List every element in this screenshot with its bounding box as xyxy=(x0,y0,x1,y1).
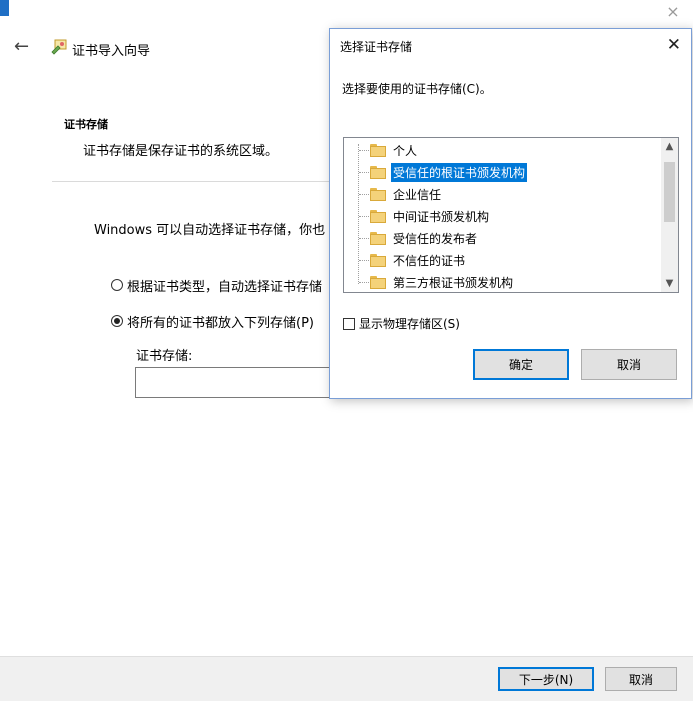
radio-manual-store[interactable]: 将所有的证书都放入下列存储(P) xyxy=(111,311,331,331)
dialog-prompt: 选择要使用的证书存储(C)。 xyxy=(342,82,492,96)
folder-icon xyxy=(370,143,386,157)
radio-button-selected[interactable] xyxy=(111,315,123,327)
section-description: 证书存储是保存证书的系统区域。 xyxy=(83,144,279,159)
scroll-up-icon[interactable]: ▲ xyxy=(661,138,678,155)
ok-button[interactable]: 确定 xyxy=(473,349,569,380)
window-edge xyxy=(0,0,9,16)
tree-branch xyxy=(359,259,369,261)
tree-branch xyxy=(359,215,369,217)
tree-item[interactable]: 企业信任 xyxy=(359,184,443,204)
tree-item-selected[interactable]: 受信任的根证书颁发机构 xyxy=(359,161,529,183)
tree-item-label: 第三方根证书颁发机构 xyxy=(393,275,514,290)
tree-item-label: 中间证书颁发机构 xyxy=(393,209,490,224)
certificate-wizard-icon xyxy=(50,38,68,56)
store-label: 证书存储: xyxy=(136,349,193,364)
folder-icon xyxy=(370,209,386,223)
dialog-cancel-button[interactable]: 取消 xyxy=(581,349,677,380)
scroll-down-icon[interactable]: ▼ xyxy=(661,275,678,292)
folder-icon xyxy=(370,231,386,245)
scroll-thumb[interactable] xyxy=(664,162,675,222)
radio-manual-label: 将所有的证书都放入下列存储(P) xyxy=(127,315,314,331)
instruction-text: Windows 可以自动选择证书存储，你也 xyxy=(94,223,326,238)
tree-item[interactable]: 不信任的证书 xyxy=(359,250,467,270)
tree-item[interactable]: 中间证书颁发机构 xyxy=(359,206,491,226)
dialog-close-icon[interactable]: ✕ xyxy=(667,33,681,57)
tree-item-label: 个人 xyxy=(393,143,418,158)
dialog-title: 选择证书存储 xyxy=(340,40,413,54)
wizard-cancel-button[interactable]: 取消 xyxy=(605,667,677,691)
folder-icon xyxy=(370,275,386,289)
section-title: 证书存储 xyxy=(64,118,108,131)
select-store-dialog: 选择证书存储 ✕ 选择要使用的证书存储(C)。 个人 受信任的根证书颁发机构 企… xyxy=(329,28,692,399)
tree-item[interactable]: 受信任的发布者 xyxy=(359,228,479,248)
tree-item-label: 受信任的根证书颁发机构 xyxy=(389,161,529,183)
tree-item-label: 受信任的发布者 xyxy=(393,231,478,246)
tree-item[interactable]: 第三方根证书颁发机构 xyxy=(359,272,515,292)
tree-item[interactable]: 个人 xyxy=(359,140,419,160)
folder-icon xyxy=(370,165,386,179)
show-physical-checkbox[interactable] xyxy=(343,317,355,330)
tree-branch xyxy=(359,149,369,151)
wizard-footer: 下一步(N) 取消 xyxy=(0,656,693,701)
tree-branch xyxy=(359,281,369,283)
store-input[interactable] xyxy=(135,367,335,398)
divider xyxy=(52,181,332,182)
radio-auto-label: 根据证书类型，自动选择证书存储 xyxy=(127,279,323,295)
show-physical-label: 显示物理存储区(S) xyxy=(359,317,460,331)
radio-button[interactable] xyxy=(111,279,123,291)
tree-scrollbar[interactable]: ▲ ▼ xyxy=(661,138,678,292)
tree-item-label: 企业信任 xyxy=(393,187,442,202)
tree-branch xyxy=(359,237,369,239)
folder-icon xyxy=(370,253,386,267)
tree-branch xyxy=(359,193,369,195)
tree-branch xyxy=(359,171,369,173)
wizard-close-icon[interactable]: × xyxy=(663,2,683,22)
back-arrow-icon[interactable]: ← xyxy=(14,36,36,58)
tree-item-label: 不信任的证书 xyxy=(393,253,466,268)
wizard-title: 证书导入向导 xyxy=(72,44,151,59)
next-button[interactable]: 下一步(N) xyxy=(498,667,594,691)
radio-auto-select[interactable]: 根据证书类型，自动选择证书存储 xyxy=(111,275,331,295)
store-tree[interactable]: 个人 受信任的根证书颁发机构 企业信任 中间证书颁发机构 受信任的发布者 不信任… xyxy=(343,137,679,293)
folder-icon xyxy=(370,187,386,201)
show-physical-stores[interactable]: 显示物理存储区(S) xyxy=(343,315,460,332)
